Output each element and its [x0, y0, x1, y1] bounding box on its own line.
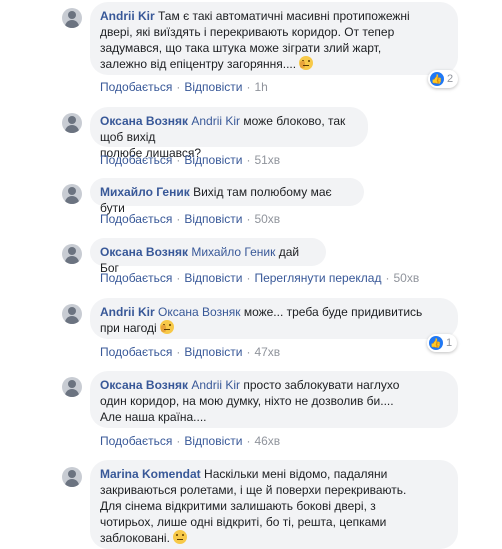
comment-text-line: Там є такі автоматичні масивні протипоже… [158, 9, 410, 23]
comment-text-line: Для сінема відкритими залишають бокові д… [100, 499, 376, 513]
timestamp[interactable]: 51хв [254, 153, 280, 167]
comment-text-line: Наскільки мені відомо, падаляни [204, 467, 388, 481]
reply-link[interactable]: Відповісти [184, 434, 242, 448]
comment-actions: Подобається · Відповісти · 47хв [100, 345, 281, 359]
like-link[interactable]: Подобається [100, 271, 172, 285]
comment-bubble: Михайло Геник Вихід там полюбому має бут… [90, 178, 364, 215]
timestamp[interactable]: 50хв [393, 271, 419, 285]
comment-author[interactable]: Marina Komendat [100, 467, 201, 481]
comment-bubble: Оксана Возняк Andrii Kir просто заблокув… [90, 371, 458, 428]
comment-author[interactable]: Andrii Kir [100, 305, 155, 319]
comment-actions: Подобається · Відповісти · 1h [100, 80, 268, 94]
comment-bubble: Оксана Возняк Михайло Геник дай Бог [90, 238, 326, 275]
comment-text-line: просто заблокувати наглухо [243, 378, 400, 392]
comment-bubble: Andrii Kir Там є такі автоматичні масивн… [90, 2, 458, 75]
comment-author[interactable]: Оксана Возняк [100, 378, 188, 392]
like-link[interactable]: Подобається [100, 212, 172, 226]
comment-actions: Подобається · Відповісти · Переглянути перек… [100, 271, 420, 285]
comment-text-line: може... треба буде придивитись [243, 305, 423, 319]
comment-text-line: один коридор, на мою думку, ніхто не доз… [100, 394, 394, 408]
like-link[interactable]: Подобається [100, 80, 172, 94]
reply-link[interactable]: Відповісти [184, 212, 242, 226]
comment-text-line: заблоковані. [100, 531, 170, 545]
comment-bubble: Andrii Kir Оксана Возняк може... треба б… [90, 298, 458, 339]
timestamp[interactable]: 50хв [254, 212, 280, 226]
timestamp[interactable]: 47хв [254, 345, 280, 359]
avatar[interactable] [62, 467, 82, 487]
comment-bubble: Оксана Возняк Andrii Kir може блоково, т… [90, 107, 368, 160]
mention-link[interactable]: Оксана Возняк [158, 305, 240, 319]
comment-text-line: чотирьох, лише одні відкриті, бо ті, реш… [100, 515, 387, 529]
comment-text-line: Але наша країна.... [100, 410, 207, 424]
comment-text-line: двері, які виїздять і перекривають корид… [100, 25, 395, 39]
comment-actions: Подобається · Відповісти · 51хв [100, 153, 281, 167]
reply-link[interactable]: Відповісти [184, 153, 242, 167]
like-link[interactable]: Подобається [100, 153, 172, 167]
comment-text-line: залежно від епіцентру загоряння.... [100, 57, 297, 71]
comment-bubble: Marina Komendat Наскільки мені відомо, п… [90, 460, 458, 549]
avatar[interactable] [62, 304, 82, 324]
comment-text-line: при нагоді [100, 321, 157, 335]
thinking-emoji-icon [299, 56, 314, 70]
reply-link[interactable]: Відповісти [184, 345, 242, 359]
avatar[interactable] [62, 8, 82, 28]
see-translation-link[interactable]: Переглянути переклад [254, 271, 381, 285]
timestamp[interactable]: 46хв [254, 434, 280, 448]
avatar[interactable] [62, 377, 82, 397]
mention-link[interactable]: Andrii Kir [191, 378, 240, 392]
avatar[interactable] [62, 113, 82, 133]
avatar[interactable] [62, 184, 82, 204]
timestamp[interactable]: 1h [254, 80, 267, 94]
reaction-count[interactable]: 👍 1 [427, 334, 458, 352]
comment-author[interactable]: Михайло Геник [100, 185, 190, 199]
reaction-count[interactable]: 👍 2 [428, 70, 459, 88]
confused-emoji-icon [173, 530, 188, 544]
comment-author[interactable]: Andrii Kir [100, 9, 155, 23]
thinking-emoji-icon [160, 320, 175, 334]
reply-link[interactable]: Відповісти [184, 271, 242, 285]
comment-author[interactable]: Оксана Возняк [100, 245, 188, 259]
reply-link[interactable]: Відповісти [184, 80, 242, 94]
mention-link[interactable]: Михайло Геник [191, 245, 275, 259]
comment-actions: Подобається · Відповісти · 50хв [100, 212, 281, 226]
mention-link[interactable]: Andrii Kir [191, 114, 240, 128]
like-reaction-icon: 👍 [429, 336, 443, 350]
avatar[interactable] [62, 244, 82, 264]
like-link[interactable]: Подобається [100, 345, 172, 359]
like-link[interactable]: Подобається [100, 434, 172, 448]
comment-actions: Подобається · Відповісти · 46хв [100, 434, 281, 448]
comment-text-line: закриваються ролетами, і ще й поверхи пе… [100, 483, 407, 497]
like-reaction-icon: 👍 [430, 72, 444, 86]
comment-author[interactable]: Оксана Возняк [100, 114, 188, 128]
comment-text-line: задумався, що така штука може зіграти зл… [100, 41, 382, 55]
